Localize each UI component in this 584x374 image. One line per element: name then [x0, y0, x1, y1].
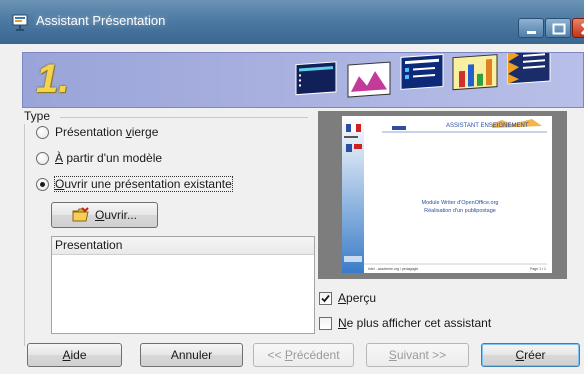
minimize-icon [527, 31, 536, 34]
previous-button[interactable]: << Précédent [253, 343, 354, 367]
window-title: Assistant Présentation [36, 13, 166, 28]
preview-slide: ASSISTANT ENSEIGNEMENT Module Writer d'O… [342, 116, 552, 273]
radio-label: À partir d'un modèle [55, 151, 163, 165]
radio-label: Présentation vierge [55, 125, 159, 139]
radio-circle-selected[interactable] [36, 177, 49, 191]
apercu-checkbox[interactable] [319, 291, 332, 305]
radio-circle[interactable] [36, 125, 49, 139]
preview-footer-left: Intel - academie.org / pedagogie [368, 267, 418, 271]
step-number: 1. [36, 57, 70, 101]
wizard-banner: 1. [22, 52, 584, 108]
close-icon [580, 22, 584, 36]
presentation-listbox[interactable]: Presentation [51, 236, 315, 334]
type-group-label: Type [24, 109, 51, 123]
help-button[interactable]: Aide [27, 343, 122, 367]
next-button[interactable]: Suivant >> [366, 343, 469, 367]
group-divider [60, 117, 308, 118]
preview-line-2: Réalisation d'un publipostage [424, 208, 496, 214]
checkmark-icon [321, 294, 330, 302]
preview-line-1: Module Writer d'OpenOffice.org [422, 200, 499, 206]
group-divider-vertical [24, 124, 25, 346]
open-folder-icon [72, 207, 89, 222]
radio-label: Ouvrir une présentation existante [54, 176, 233, 192]
apercu-label: Aperçu [338, 291, 377, 305]
radio-ouvrir-existante[interactable]: Ouvrir une présentation existante [36, 176, 233, 192]
minimize-button[interactable] [518, 18, 544, 38]
preview-footer-right: Page 1 / 1 [530, 267, 546, 271]
open-file-button[interactable]: Ouvrir... [51, 202, 158, 228]
radio-presentation-vierge[interactable]: Présentation vierge [36, 124, 158, 140]
cancel-button[interactable]: Annuler [140, 343, 243, 367]
create-button[interactable]: Créer [481, 343, 580, 367]
preview-header-text: ASSISTANT ENSEIGNEMENT [446, 123, 529, 129]
preview-slide-graphic: ASSISTANT ENSEIGNEMENT Module Writer d'O… [342, 116, 547, 273]
ne-plus-afficher-checkbox[interactable] [319, 316, 332, 330]
window-titlebar[interactable]: Assistant Présentation [0, 0, 584, 44]
banner-slides-icon [295, 53, 551, 98]
radio-circle[interactable] [36, 151, 49, 165]
list-header[interactable]: Presentation [52, 237, 314, 255]
close-button[interactable] [572, 18, 584, 38]
preview-panel: ASSISTANT ENSEIGNEMENT Module Writer d'O… [318, 111, 567, 279]
maximize-icon [552, 23, 566, 35]
ne-plus-afficher-label: Ne plus afficher cet assistant [338, 316, 492, 330]
presentation-app-icon [12, 14, 28, 31]
ne-plus-afficher-checkbox-row[interactable]: Ne plus afficher cet assistant [319, 315, 491, 331]
apercu-checkbox-row[interactable]: Aperçu [319, 290, 376, 306]
open-button-label: Ouvrir... [94, 208, 137, 222]
radio-a-partir-modele[interactable]: À partir d'un modèle [36, 150, 162, 166]
maximize-button[interactable] [545, 18, 571, 38]
